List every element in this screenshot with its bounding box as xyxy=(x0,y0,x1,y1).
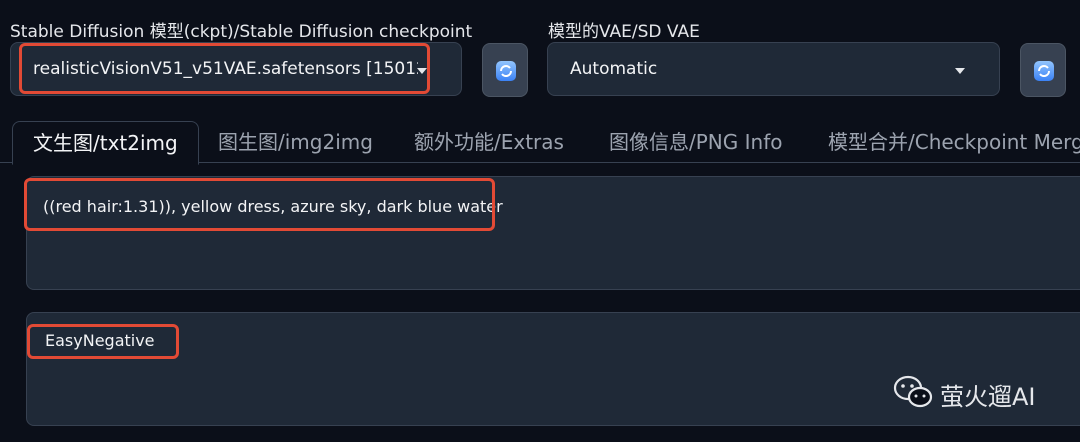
refresh-icon xyxy=(496,61,516,81)
refresh-vae-button[interactable] xyxy=(1020,43,1066,97)
prompt-highlight xyxy=(24,178,495,231)
tab-img2img[interactable]: 图生图/img2img xyxy=(218,121,373,163)
tab-png-info[interactable]: 图像信息/PNG Info xyxy=(609,121,782,163)
watermark-text: 萤火遛AI xyxy=(940,383,1036,411)
tab-checkpoint-merge[interactable]: 模型合并/Checkpoint Merge xyxy=(828,121,1080,163)
checkpoint-label: Stable Diffusion 模型(ckpt)/Stable Diffusi… xyxy=(10,22,473,42)
tab-txt2img[interactable]: 文生图/txt2img xyxy=(12,121,199,165)
tab-extras[interactable]: 额外功能/Extras xyxy=(414,121,564,163)
wechat-icon xyxy=(893,374,933,410)
vae-label: 模型的VAE/SD VAE xyxy=(548,22,700,42)
vae-dropdown[interactable]: Automatic xyxy=(547,42,1000,96)
chevron-down-icon xyxy=(955,68,965,74)
vae-value: Automatic xyxy=(570,59,658,79)
refresh-checkpoint-button[interactable] xyxy=(482,43,528,97)
checkpoint-highlight xyxy=(19,43,430,94)
negative-prompt-highlight xyxy=(27,324,179,359)
refresh-icon xyxy=(1034,61,1054,81)
